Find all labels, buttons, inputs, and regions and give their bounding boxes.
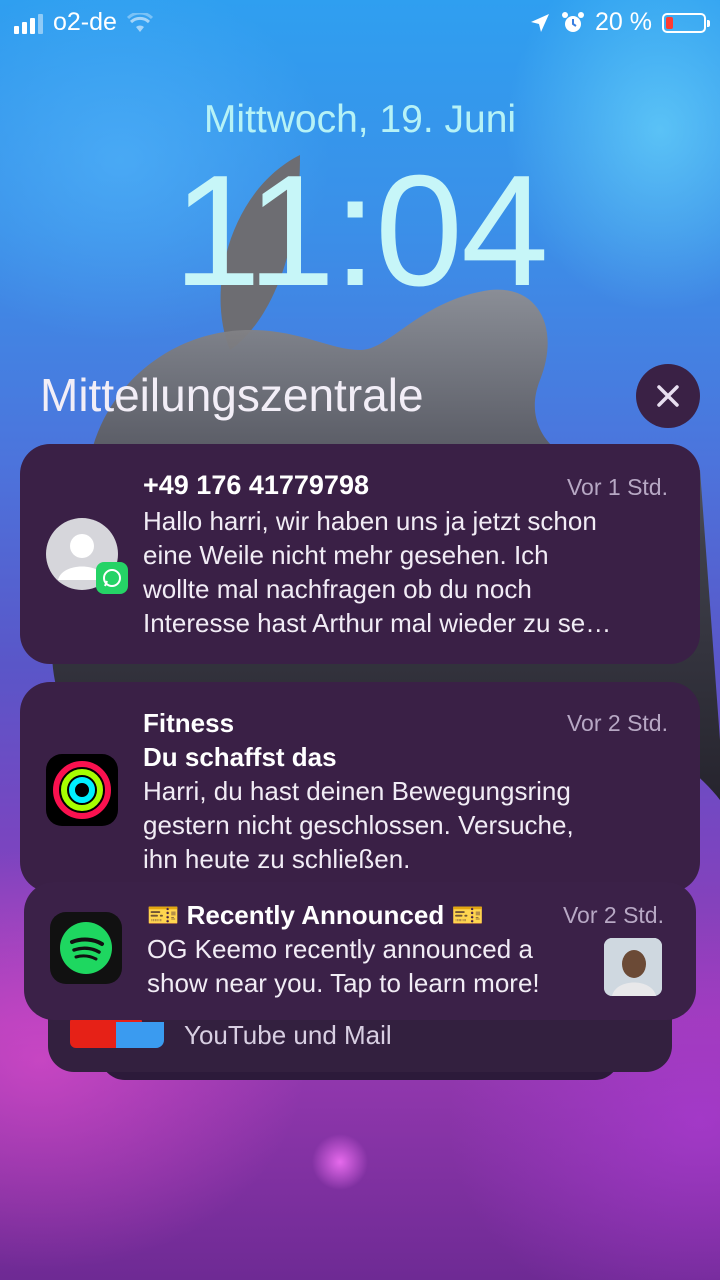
notification-title: Du schaffst das xyxy=(143,742,337,772)
lock-screen-date: Mittwoch, 19. Juni xyxy=(203,98,517,141)
notification-spotify[interactable]: 🎫 Recently Announced 🎫 Vor 2 Std. OG Kee… xyxy=(24,882,696,1020)
battery-icon xyxy=(662,12,710,33)
location-arrow-icon xyxy=(531,13,550,32)
battery-percent: 20 % xyxy=(595,8,652,36)
close-button[interactable] xyxy=(636,364,700,428)
carrier-name: o2-de xyxy=(53,8,117,36)
notification-body-line: Hallo harri, wir haben uns ja jetzt scho… xyxy=(143,506,597,536)
mail-icon xyxy=(116,1022,164,1048)
stacked-group-text: YouTube und Mail xyxy=(184,1020,392,1050)
spotify-icon xyxy=(50,912,122,984)
fitness-rings-icon xyxy=(46,754,118,826)
battery-level-fill xyxy=(666,16,674,29)
lock-screen-time: 11:04 xyxy=(173,143,549,319)
notification-body-line: Harri, du hast deinen Bewegungsring xyxy=(143,776,571,806)
notification-body-line: eine Weile nicht mehr gesehen. Ich xyxy=(143,540,549,570)
notification-title: 🎫 Recently Announced 🎫 xyxy=(147,900,484,930)
notification-body-line: Interesse hast Arthur mal wieder zu se… xyxy=(143,608,612,638)
alarm-clock-icon xyxy=(562,11,585,32)
notification-body-line: gestern nicht geschlossen. Versuche, xyxy=(143,810,574,840)
signal-icon xyxy=(14,12,43,34)
artist-photo-thumbnail xyxy=(604,938,662,996)
notification-body-line: ihn heute zu schließen. xyxy=(143,844,411,874)
notification-body-line: OG Keemo recently announced a xyxy=(147,934,533,964)
notification-time: Vor 1 Std. xyxy=(566,474,668,500)
notification-center-title: Mitteilungszentrale xyxy=(40,369,424,421)
notification-fitness[interactable]: Fitness Vor 2 Std. Du schaffst das Harri… xyxy=(20,682,700,892)
notification-whatsapp[interactable]: +49 176 41779798 Vor 1 Std. Hallo harri,… xyxy=(20,444,700,664)
wifi-icon xyxy=(126,12,153,32)
notification-body-line: wollte mal nachfragen ob du noch xyxy=(143,574,532,604)
notification-time: Vor 2 Std. xyxy=(562,902,664,928)
status-bar: o2-de 20 % xyxy=(0,0,720,48)
close-icon xyxy=(657,385,679,407)
notification-body-line: show near you. Tap to learn more! xyxy=(147,968,540,998)
whatsapp-icon xyxy=(96,562,128,594)
notification-time: Vor 2 Std. xyxy=(566,710,668,736)
